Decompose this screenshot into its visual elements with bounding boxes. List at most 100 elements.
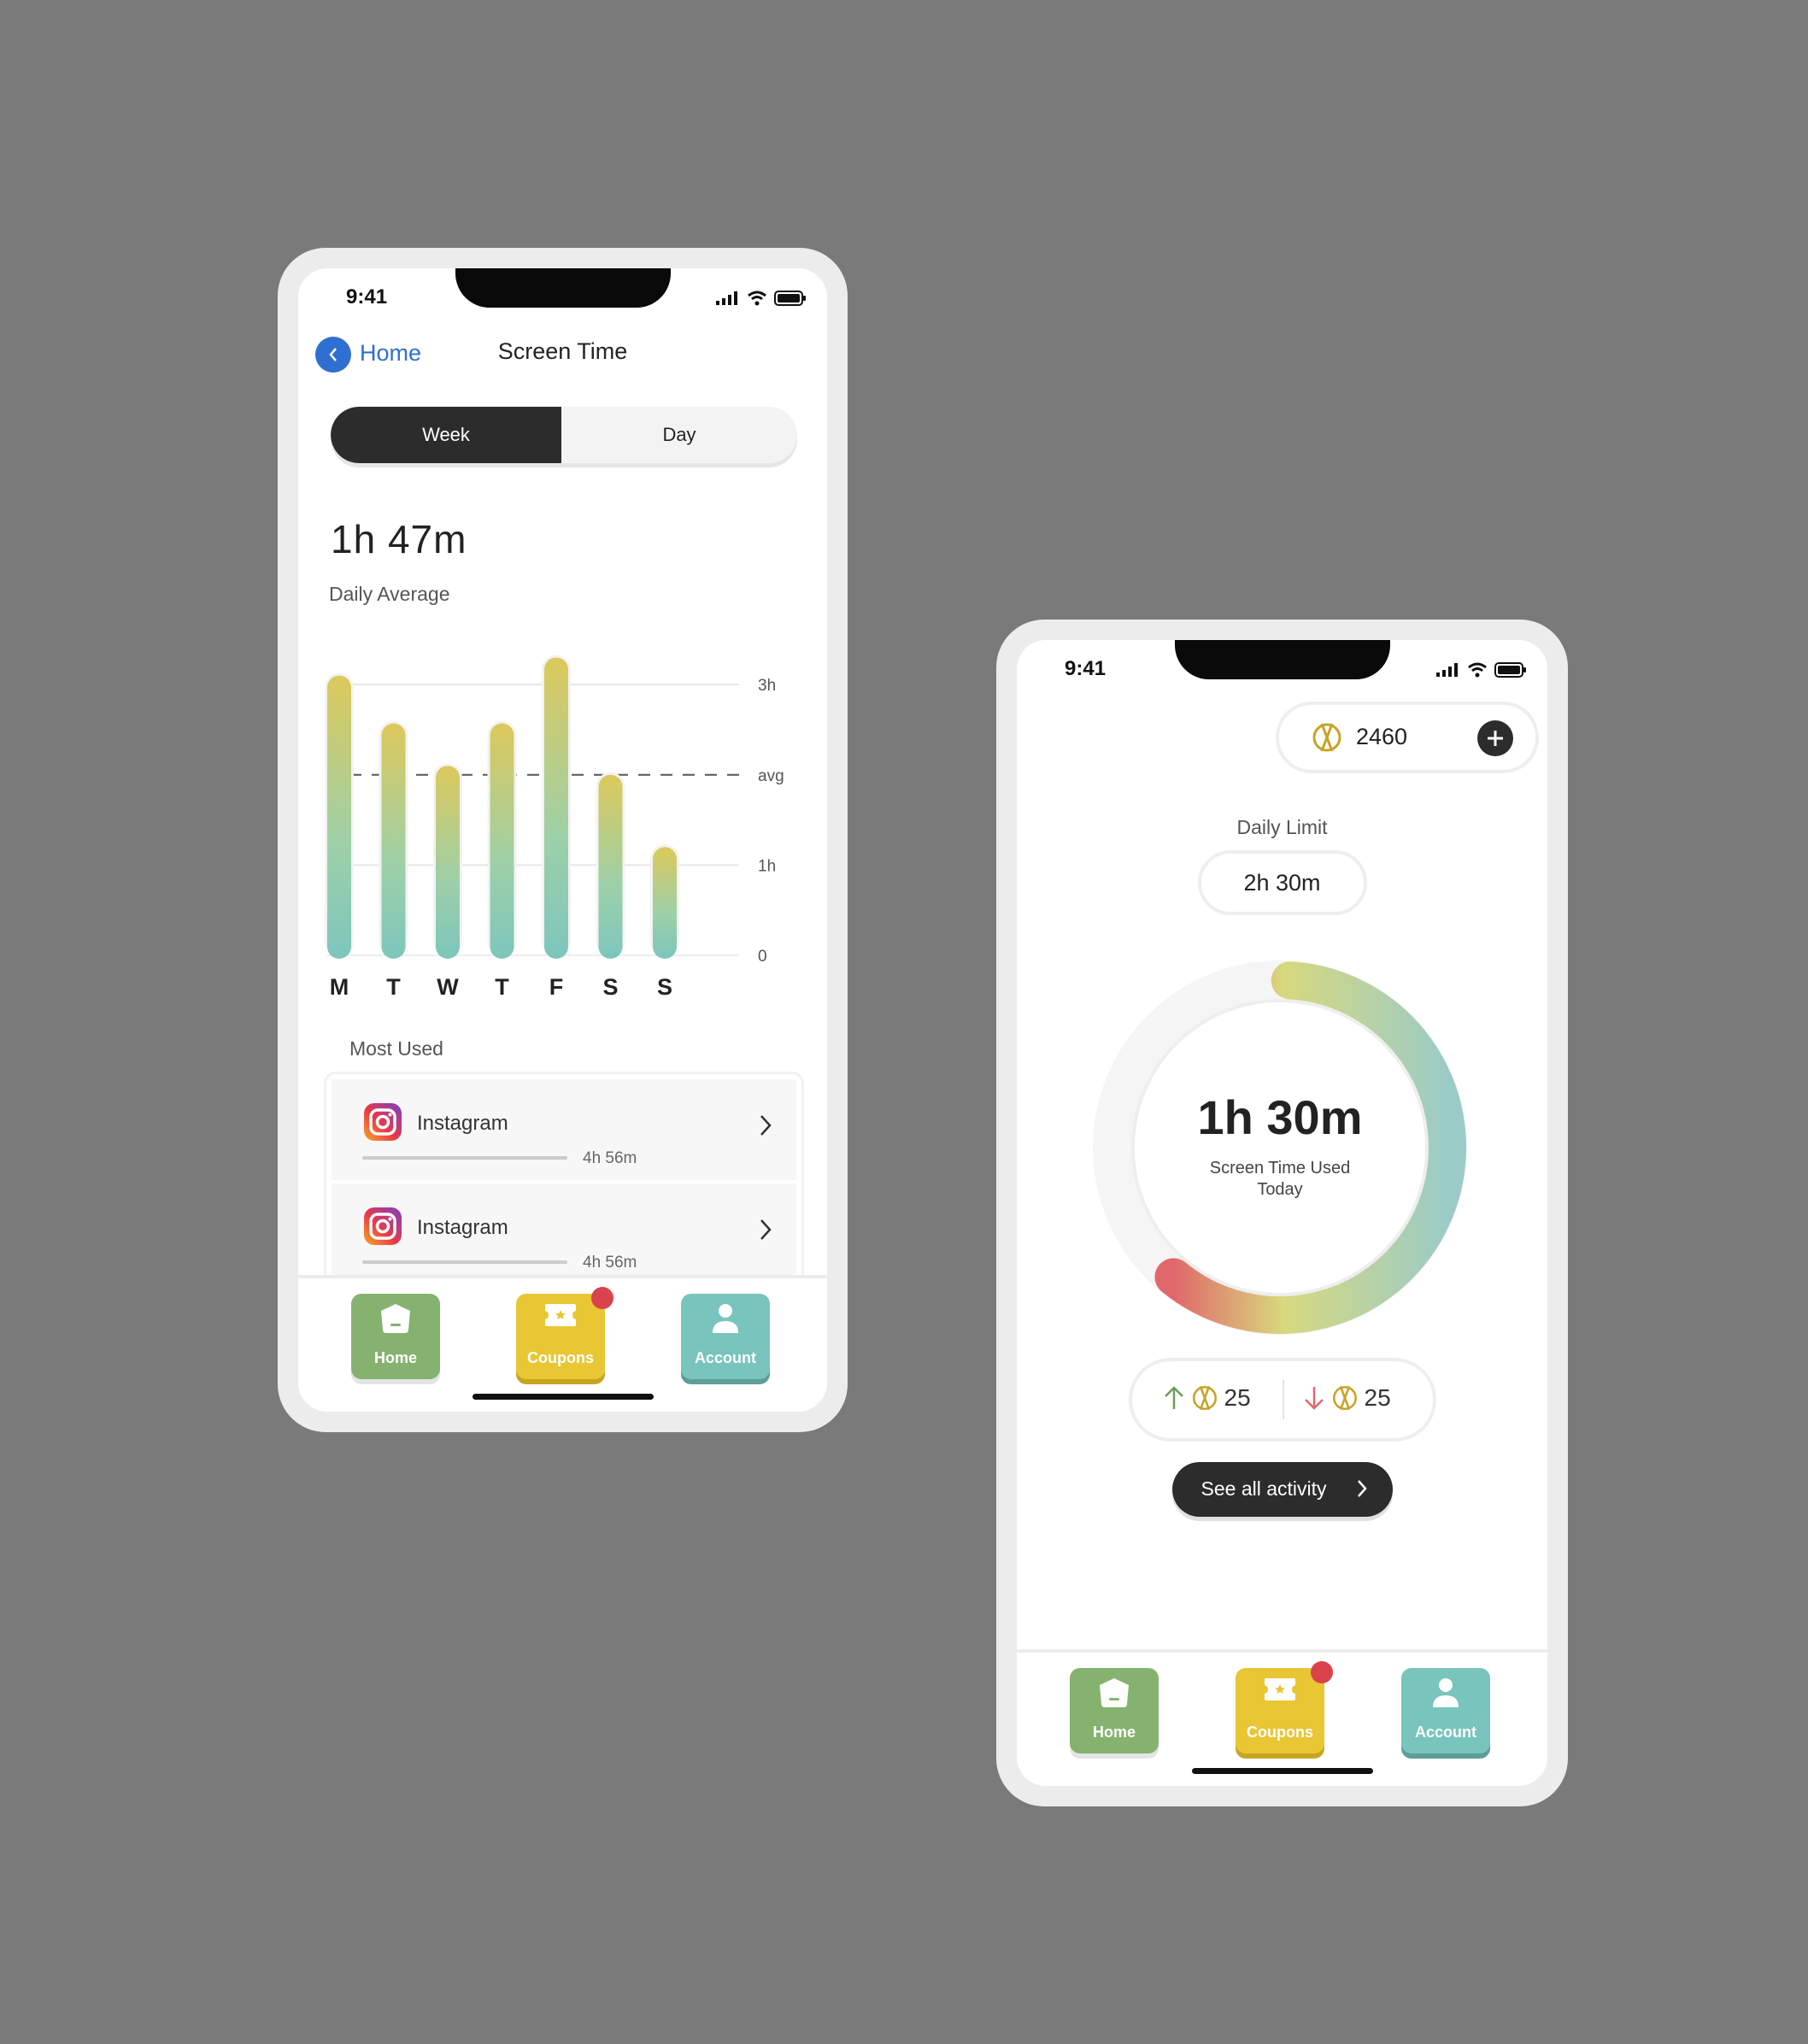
bar — [653, 847, 677, 959]
wifi-icon — [748, 291, 766, 306]
signal-icon — [1436, 663, 1458, 677]
week-day-segmented-control: Week Day — [331, 407, 797, 463]
see-all-activity-button[interactable]: See all activity — [1171, 1462, 1393, 1517]
spent-stat: 25 — [1303, 1382, 1391, 1414]
coin-count: 2460 — [1356, 724, 1408, 749]
phone-screen-time: 9:41 Home Screen Time Week Day 1h 47m Da… — [278, 248, 848, 1432]
tab-account[interactable]: Account — [681, 1294, 770, 1379]
tab-home-label: Home — [373, 1349, 417, 1366]
home-icon — [1100, 1678, 1129, 1707]
coin-icon — [1192, 1385, 1217, 1411]
tab-coupons-label: Coupons — [1247, 1724, 1313, 1741]
phone-home: 9:41 2460 Daily Limit 2h 30m 1h 30m Scre… — [996, 620, 1568, 1806]
tab-home-label: Home — [1092, 1724, 1136, 1741]
y-tick-label: 0 — [758, 948, 767, 966]
tab-account-label: Account — [1415, 1724, 1476, 1741]
x-tick-label: F — [549, 974, 564, 1000]
tab-coupons[interactable]: Coupons — [516, 1287, 613, 1379]
chevron-right-icon — [760, 1115, 772, 1136]
x-tick-label: S — [657, 974, 672, 1000]
app-name: Instagram — [417, 1216, 508, 1239]
most-used-label: Most Used — [349, 1037, 443, 1060]
x-tick-label: W — [437, 974, 459, 1000]
x-tick-label: T — [386, 974, 401, 1000]
home-icon — [381, 1304, 410, 1333]
instagram-icon — [364, 1207, 402, 1245]
app-usage-time: 4h 56m — [583, 1149, 637, 1167]
arrow-down-icon — [1304, 1387, 1324, 1410]
earned-value: 25 — [1224, 1384, 1251, 1411]
ring-center: 1h 30m Screen Time Used Today — [1090, 958, 1470, 1337]
home-screen: 9:41 2460 Daily Limit 2h 30m 1h 30m Scre… — [1017, 640, 1547, 1786]
divider — [1282, 1380, 1284, 1419]
tab-bar: Home Coupons Account — [1017, 1649, 1547, 1786]
bar — [598, 774, 623, 959]
y-tick-label: avg — [758, 767, 784, 785]
list-item[interactable]: Instagram 4h 56m — [332, 1184, 796, 1284]
screen-time-used-value: 1h 30m — [1197, 1090, 1363, 1144]
app-name: Instagram — [417, 1112, 508, 1135]
status-icons — [1436, 662, 1527, 678]
instagram-icon — [364, 1103, 402, 1141]
battery-icon — [1494, 662, 1526, 678]
coin-icon — [1312, 723, 1341, 752]
notch — [455, 268, 671, 308]
spent-value: 25 — [1364, 1384, 1391, 1411]
usage-bar — [362, 1156, 567, 1160]
notification-badge — [1311, 1661, 1333, 1683]
home-indicator — [472, 1394, 654, 1400]
segment-day[interactable]: Day — [561, 407, 797, 463]
status-time: 9:41 — [1065, 657, 1107, 680]
usage-bar — [362, 1260, 567, 1264]
notification-badge — [591, 1287, 613, 1309]
daily-limit-label: Daily Limit — [1236, 816, 1328, 838]
status-icons — [716, 291, 807, 306]
plus-icon — [1488, 731, 1503, 746]
bar — [381, 723, 406, 959]
list-item[interactable]: Instagram 4h 56m — [332, 1079, 796, 1180]
bar — [490, 723, 514, 959]
screen-time-used-label: Screen Time Used Today — [1209, 1159, 1351, 1199]
tab-account-label: Account — [695, 1349, 756, 1366]
tab-home[interactable]: Home — [1070, 1668, 1159, 1753]
y-tick-label: 3h — [758, 677, 776, 695]
tab-bar: Home Coupons Account — [298, 1275, 827, 1412]
screen-time-screen: 9:41 Home Screen Time Week Day 1h 47m Da… — [298, 268, 827, 1412]
bar — [436, 766, 460, 959]
wifi-icon — [1468, 662, 1487, 678]
notch — [1174, 640, 1390, 679]
home-indicator — [1191, 1768, 1373, 1774]
daily-average-label: Daily Average — [329, 583, 450, 605]
weekly-bar-chart: 3h avg 1h 0 M T W T F S S — [325, 655, 784, 1000]
earned-stat: 25 — [1163, 1382, 1251, 1414]
segment-week[interactable]: Week — [331, 407, 561, 463]
tab-account[interactable]: Account — [1401, 1668, 1490, 1753]
person-icon — [1433, 1678, 1459, 1707]
see-all-activity-label: See all activity — [1200, 1477, 1327, 1500]
signal-icon — [716, 291, 737, 305]
daily-limit-value[interactable]: 2h 30m — [1197, 850, 1367, 915]
arrow-up-icon — [1164, 1386, 1183, 1409]
bar — [544, 657, 568, 959]
x-tick-label: S — [602, 974, 618, 1000]
app-usage-time: 4h 56m — [583, 1254, 637, 1272]
x-tick-label: T — [495, 974, 509, 1000]
daily-average-value: 1h 47m — [331, 517, 467, 561]
tab-coupons[interactable]: Coupons — [1236, 1661, 1333, 1753]
coin-stats: 25 25 — [1128, 1358, 1436, 1442]
person-icon — [713, 1304, 738, 1333]
battery-icon — [774, 291, 806, 306]
bar — [327, 675, 351, 959]
ticket-icon — [545, 1304, 576, 1326]
tab-coupons-label: Coupons — [527, 1349, 594, 1366]
y-tick-label: 1h — [758, 857, 776, 875]
x-tick-label: M — [330, 974, 349, 1000]
coin-icon — [1332, 1385, 1357, 1411]
page-title: Screen Time — [497, 338, 628, 364]
chevron-right-icon — [1357, 1480, 1367, 1497]
coin-balance: 2460 — [1276, 702, 1539, 773]
chevron-right-icon — [760, 1219, 772, 1240]
add-coins-button[interactable] — [1477, 720, 1513, 756]
tab-home[interactable]: Home — [351, 1294, 440, 1379]
status-time: 9:41 — [346, 285, 388, 308]
